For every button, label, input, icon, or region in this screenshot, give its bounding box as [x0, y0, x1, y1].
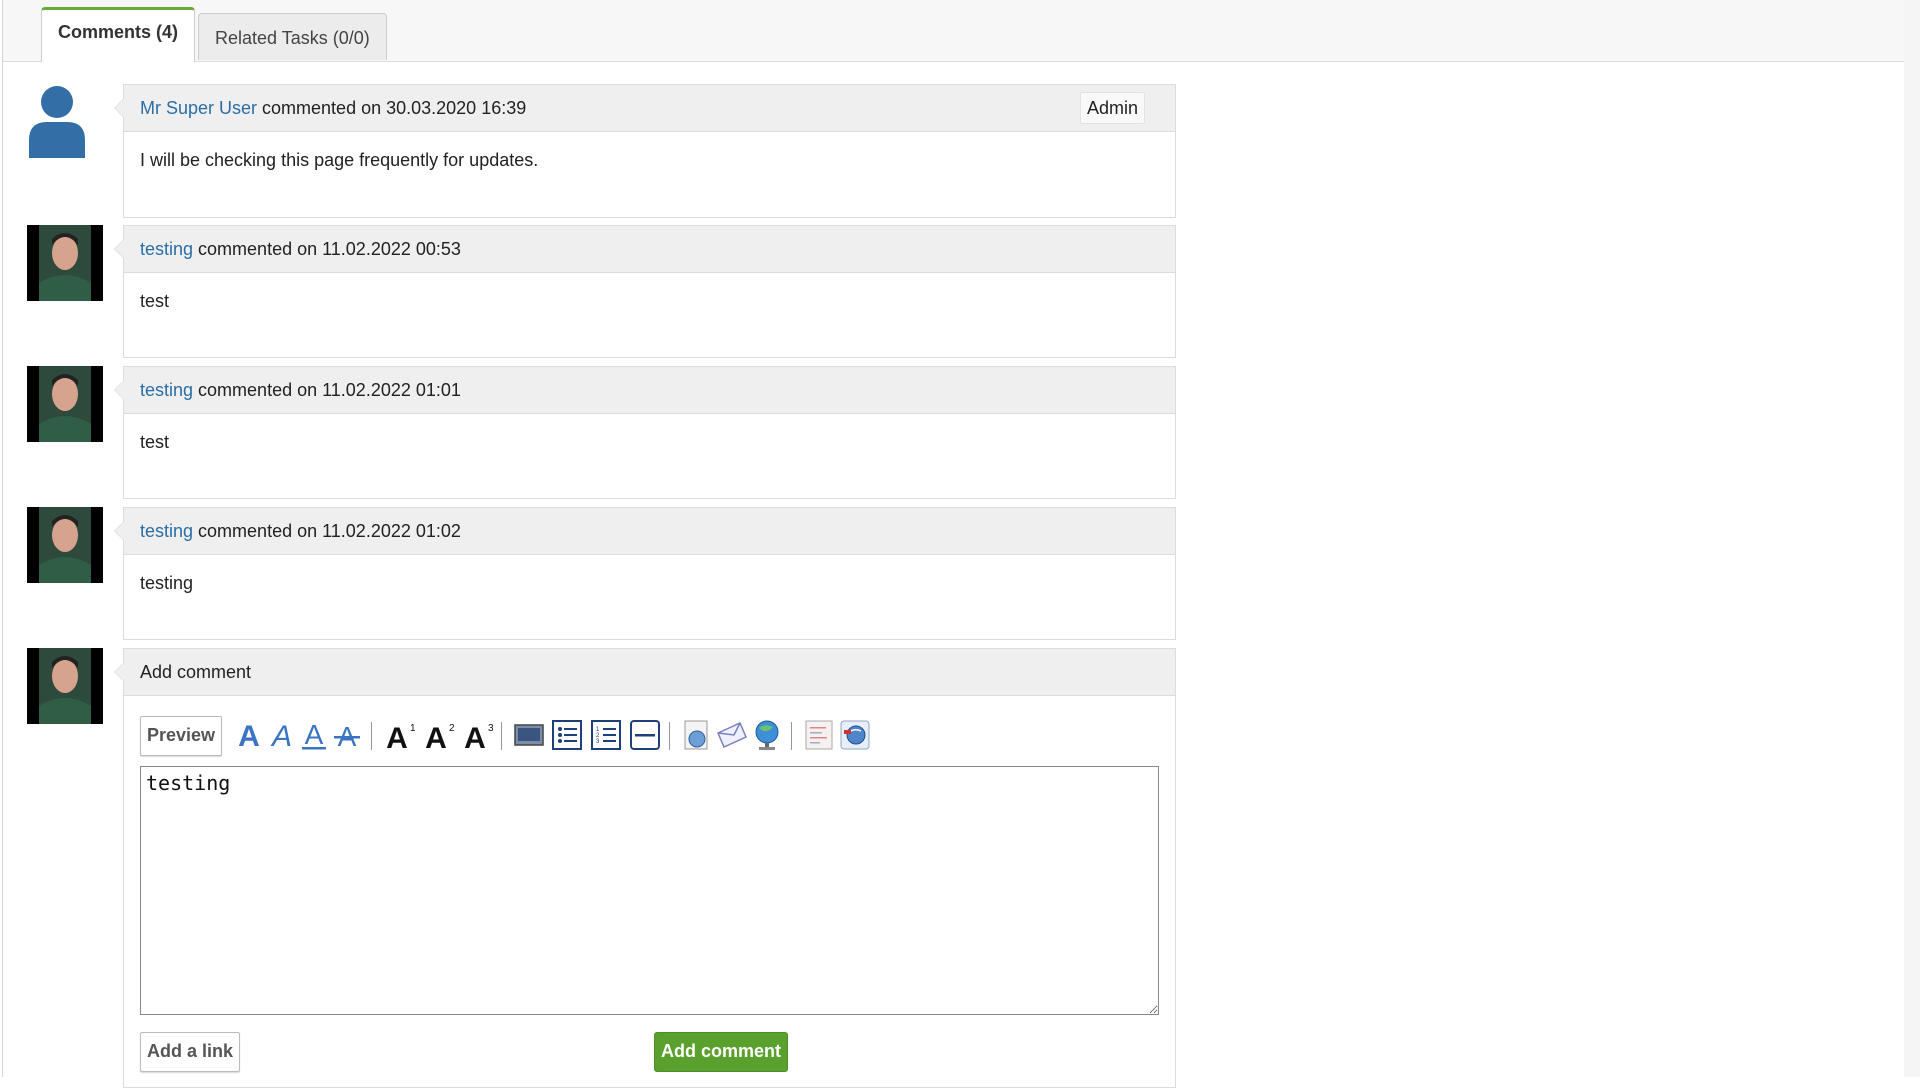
toolbar-separator [791, 722, 792, 750]
comment-meta: commented on 30.03.2020 16:39 [257, 98, 527, 118]
svg-text:2: 2 [449, 723, 454, 734]
outer-margin [1904, 0, 1920, 1077]
comment-text: test [140, 291, 170, 311]
comment-card: Mr Super User commented on 30.03.2020 16… [114, 84, 1176, 218]
underline-icon[interactable]: A [298, 719, 330, 751]
tab-comments[interactable]: Comments (4) [41, 7, 196, 62]
bullet-list-icon[interactable] [551, 719, 583, 751]
add-comment-card: Add comment Preview A A A A A1 A2 A3 123 [114, 648, 1176, 1088]
svg-text:A: A [464, 722, 486, 751]
add-comment-title: Add comment [114, 649, 1175, 696]
horizontal-rule-icon[interactable] [629, 719, 661, 751]
italic-icon[interactable]: A [266, 719, 298, 751]
comment-meta: commented on 11.02.2022 01:01 [193, 380, 461, 400]
toolbar-separator [371, 722, 372, 750]
comment-meta: commented on 11.02.2022 00:53 [193, 239, 461, 259]
email-link-icon[interactable] [716, 719, 748, 751]
toolbar-separator [501, 722, 502, 750]
comment-author-link[interactable]: Mr Super User [140, 98, 257, 118]
heading2-icon[interactable]: A2 [422, 719, 454, 751]
bold-icon[interactable]: A [233, 719, 265, 751]
internet-link-icon[interactable] [751, 719, 783, 751]
default-user-icon [29, 86, 85, 158]
comment-text: I will be checking this page frequently … [140, 150, 539, 170]
comment-text: testing [140, 573, 194, 593]
comment-card: testing commented on 11.02.2022 00:53 te… [114, 225, 1176, 358]
comment-card: testing commented on 11.02.2022 01:01 te… [114, 366, 1176, 499]
comment-textarea[interactable]: testing [140, 766, 1159, 1015]
strikethrough-icon[interactable]: A [331, 719, 363, 751]
admin-badge: Admin [1079, 92, 1145, 124]
heading1-icon[interactable]: A1 [383, 719, 415, 751]
comment-meta: commented on 11.02.2022 01:02 [193, 521, 461, 541]
user-photo [27, 507, 103, 583]
svg-text:A: A [305, 719, 324, 750]
toolbar-separator [669, 722, 670, 750]
add-link-button[interactable]: Add a link [140, 1032, 241, 1072]
web-link-icon[interactable] [681, 719, 713, 751]
anchor-link-icon[interactable] [839, 719, 871, 751]
comment-card: testing commented on 11.02.2022 01:02 te… [114, 507, 1176, 640]
svg-text:A: A [238, 720, 260, 751]
comment-text: test [140, 432, 170, 452]
svg-text:3: 3 [488, 723, 493, 734]
heading3-icon[interactable]: A3 [461, 719, 493, 751]
tab-bar: Comments (4) Related Tasks (0/0) [3, 0, 1904, 62]
user-photo [27, 366, 103, 442]
code-icon[interactable] [803, 719, 835, 751]
user-photo [27, 225, 103, 301]
svg-text:1: 1 [410, 723, 415, 734]
comment-author-link[interactable]: testing [140, 521, 193, 541]
comment-header: testing commented on 11.02.2022 01:02 [114, 508, 1175, 555]
image-icon[interactable] [513, 719, 545, 751]
comment-header: testing commented on 11.02.2022 01:01 [114, 367, 1175, 414]
tab-related-tasks[interactable]: Related Tasks (0/0) [198, 13, 387, 60]
comment-header: testing commented on 11.02.2022 00:53 [114, 226, 1175, 273]
svg-text:A: A [270, 720, 292, 751]
preview-button[interactable]: Preview [140, 716, 223, 756]
app-frame: Comments (4) Related Tasks (0/0) Mr Supe… [2, 0, 1905, 1088]
numbered-list-icon[interactable]: 123 [590, 719, 622, 751]
comment-header: Mr Super User commented on 30.03.2020 16… [114, 85, 1175, 132]
user-photo [27, 648, 103, 724]
comment-author-link[interactable]: testing [140, 239, 193, 259]
svg-text:A: A [386, 722, 408, 751]
add-comment-button[interactable]: Add comment [654, 1032, 789, 1072]
svg-text:A: A [425, 722, 447, 751]
comment-author-link[interactable]: testing [140, 380, 193, 400]
